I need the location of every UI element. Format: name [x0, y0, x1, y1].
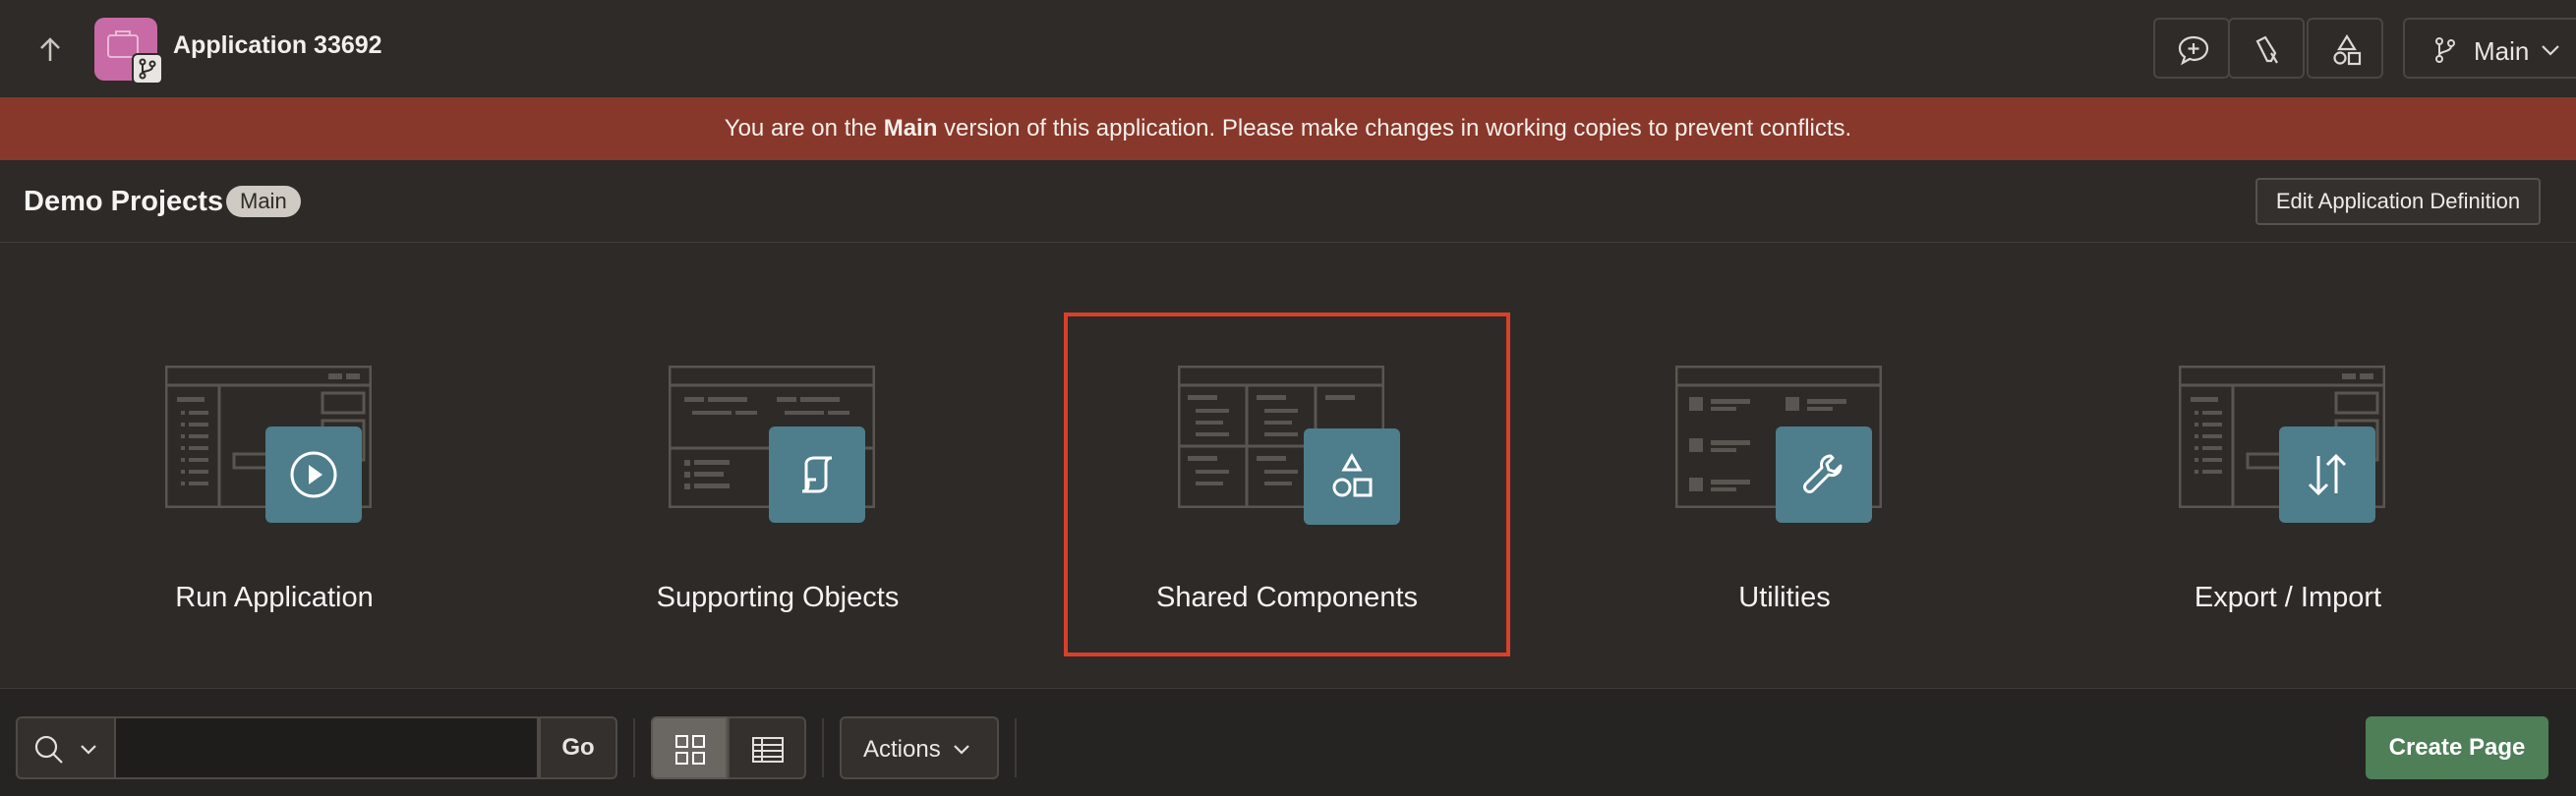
- branch-icon: [132, 53, 163, 85]
- top-bar: Application 33692 Main: [0, 0, 2576, 97]
- tile-utilities[interactable]: Utilities: [1561, 313, 2008, 656]
- tile-label: Shared Components: [1156, 582, 1418, 613]
- branch-icon: [2435, 37, 2455, 63]
- transfer-arrows-badge: [2279, 426, 2375, 523]
- grid-icon: [675, 735, 705, 765]
- scroll-icon: [801, 456, 833, 493]
- wrench-icon: [1803, 454, 1843, 493]
- flashlight-icon: [2255, 35, 2278, 64]
- tile-shared-components[interactable]: Shared Components: [1064, 313, 1510, 656]
- wrench-icon-badge: [1776, 426, 1872, 523]
- app-title: Application 33692: [173, 31, 382, 59]
- branch-badge: Main: [226, 186, 301, 217]
- shapes-icon: [2333, 33, 2362, 66]
- divider: [1015, 718, 1017, 777]
- icon-view-button[interactable]: [651, 716, 728, 779]
- chevron-down-icon: [954, 745, 969, 755]
- divider: [633, 718, 635, 777]
- comment-add-icon: [2178, 35, 2209, 66]
- tile-supporting-objects[interactable]: Supporting Objects: [555, 313, 1001, 656]
- tile-label: Run Application: [175, 582, 374, 613]
- transfer-arrows-icon: [2308, 453, 2347, 496]
- create-page-button[interactable]: Create Page: [2366, 716, 2548, 779]
- table-icon: [752, 737, 784, 763]
- search-type-button[interactable]: [16, 716, 116, 779]
- go-button[interactable]: Go: [539, 716, 617, 779]
- tile-label: Export / Import: [2194, 582, 2382, 613]
- banner-text: You are on the Main version of this appl…: [724, 115, 1852, 142]
- chevron-down-icon: [81, 745, 96, 755]
- shapes-button[interactable]: [2307, 18, 2383, 79]
- bottom-toolbar: Go Actions Create Page: [0, 688, 2576, 796]
- flashlight-button[interactable]: [2228, 18, 2305, 79]
- comment-add-button[interactable]: [2153, 18, 2230, 79]
- search-input[interactable]: [116, 716, 539, 779]
- tile-export-import[interactable]: Export / Import: [2065, 313, 2511, 656]
- tile-label: Utilities: [1738, 582, 1831, 613]
- search-icon: [34, 735, 63, 764]
- play-icon: [290, 451, 337, 498]
- tile-run-application[interactable]: Run Application: [51, 313, 498, 656]
- actions-menu-button[interactable]: Actions: [840, 716, 999, 779]
- up-arrow-icon[interactable]: [33, 33, 67, 67]
- chevron-down-icon: [2542, 45, 2559, 56]
- shapes-icon: [1332, 452, 1373, 497]
- branch-label: Main: [2474, 36, 2530, 66]
- report-view-button[interactable]: [728, 716, 806, 779]
- app-icon[interactable]: [94, 18, 163, 85]
- edit-application-definition-button[interactable]: Edit Application Definition: [2255, 178, 2541, 225]
- version-warning-banner: You are on the Main version of this appl…: [0, 97, 2576, 160]
- scroll-icon-badge: [769, 426, 865, 523]
- tile-label: Supporting Objects: [656, 582, 900, 613]
- divider: [822, 718, 824, 777]
- branch-selector[interactable]: Main: [2403, 18, 2576, 79]
- actions-label: Actions: [863, 736, 941, 763]
- page-subheader: Demo Projects Main Edit Application Defi…: [0, 160, 2576, 243]
- shapes-icon-badge: [1304, 428, 1400, 525]
- page-title: Demo Projects: [24, 186, 224, 217]
- play-icon-badge: [265, 426, 362, 523]
